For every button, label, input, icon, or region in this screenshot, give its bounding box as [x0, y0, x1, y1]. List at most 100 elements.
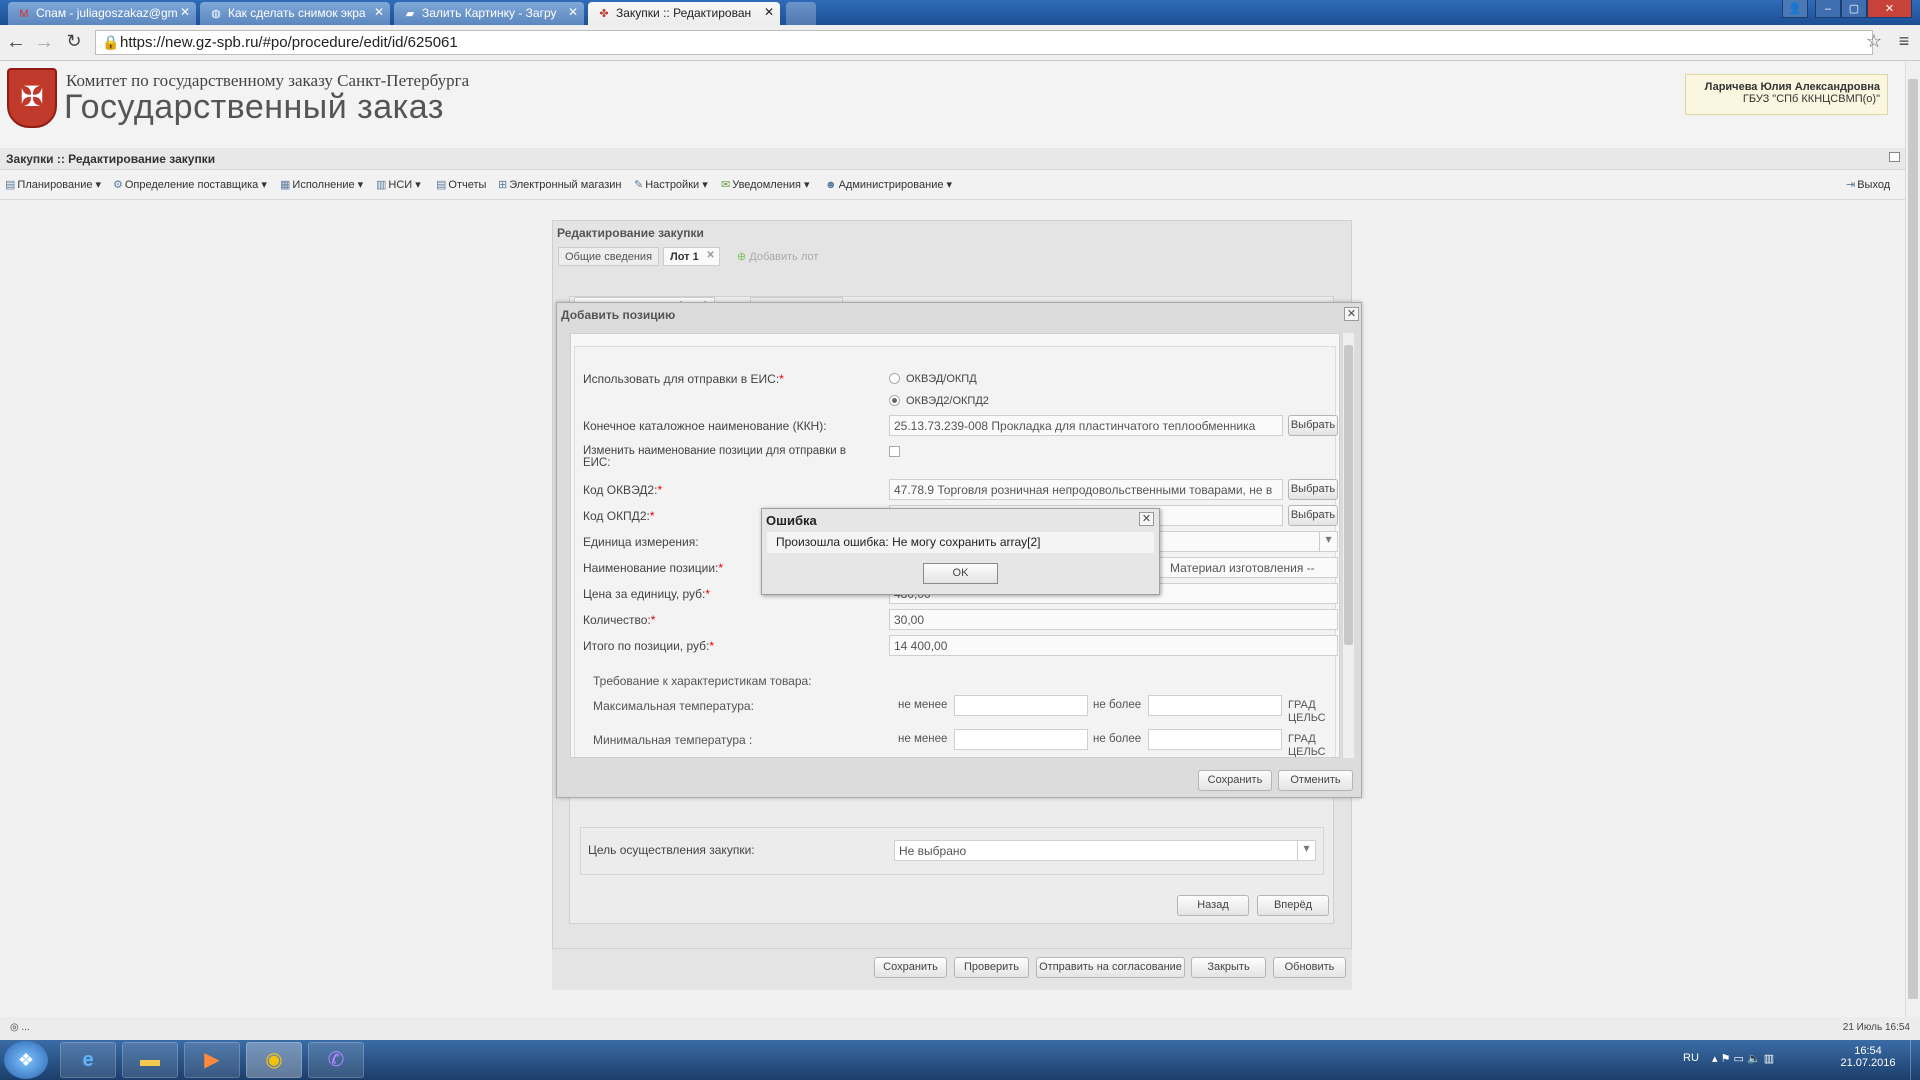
dialog-close-icon[interactable]: ✕ — [1344, 307, 1359, 321]
address-bar[interactable]: 🔒 https://new.gz-spb.ru/#po/procedure/edi… — [95, 30, 1873, 55]
page-scrollbar[interactable] — [1905, 61, 1920, 1017]
media-player-taskbar-icon[interactable]: ▶ — [184, 1042, 240, 1078]
user-info-box: Ларичева Юлия Александровна ГБУЗ "СПб КК… — [1685, 74, 1888, 115]
taskbar-clock[interactable]: 16:54 21.07.2016 — [1838, 1045, 1898, 1069]
forward-arrow-icon[interactable]: → — [32, 31, 56, 54]
quantity-field[interactable]: 30,00 — [889, 609, 1338, 630]
menu-reports[interactable]: ▤ Отчеты — [436, 178, 486, 191]
alert-close-icon[interactable]: ✕ — [1139, 512, 1154, 526]
browser-tab-active[interactable]: ✤ Закупки :: Редактирован ✕ — [588, 2, 780, 25]
min-temp-label: Минимальная температура : — [593, 733, 753, 747]
maximize-icon[interactable]: ▢ — [1841, 0, 1867, 18]
back-button[interactable]: Назад — [1177, 895, 1249, 916]
bookmark-star-icon[interactable]: ☆ — [1862, 31, 1886, 52]
footer-send-approval-button[interactable]: Отправить на согласование — [1036, 957, 1185, 978]
admin-user-icon: ☻ — [825, 179, 837, 191]
menu-supplier[interactable]: ⚙ Определение поставщика ▾ — [113, 178, 267, 191]
radio-okved-okpd[interactable] — [889, 373, 900, 384]
forward-button[interactable]: Вперёд — [1257, 895, 1329, 916]
ie-icon: e — [82, 1049, 94, 1071]
okved2-choose-button[interactable]: Выбрать — [1288, 479, 1338, 500]
okved2-field[interactable]: 47.78.9 Торговля розничная непродовольст… — [889, 479, 1283, 500]
close-tab-icon[interactable]: ✕ — [180, 5, 190, 19]
change-name-checkbox[interactable] — [889, 446, 900, 457]
tab-label: Добавить лот — [749, 251, 819, 263]
goal-value: Не выбрано — [899, 844, 967, 858]
new-tab-button[interactable] — [786, 2, 816, 25]
tab-general[interactable]: Общие сведения — [558, 247, 660, 266]
close-tab-icon[interactable]: ✕ — [568, 5, 578, 19]
gears-icon: ⚙ — [113, 179, 123, 191]
reload-icon[interactable]: ↻ — [62, 31, 86, 52]
browser-menu-icon[interactable]: ≡ — [1892, 31, 1916, 52]
viber-icon: ✆ — [327, 1049, 345, 1071]
chrome-taskbar-icon[interactable]: ◉ — [246, 1042, 302, 1078]
ie-taskbar-icon[interactable]: e — [60, 1042, 116, 1078]
menu-notifications[interactable]: ✉ Уведомления ▾ — [721, 178, 810, 191]
scrollbar-thumb[interactable] — [1908, 79, 1918, 999]
footer-close-button[interactable]: Закрыть — [1191, 957, 1266, 978]
menu-execution[interactable]: ▦ Исполнение ▾ — [280, 178, 363, 191]
use-for-eis-label: Использовать для отправки в ЕИС:* — [583, 372, 784, 386]
show-desktop-button[interactable] — [1910, 1040, 1920, 1080]
okved2-label: Код ОКВЭД2:* — [583, 483, 662, 497]
max-temp-max-input[interactable] — [1148, 695, 1282, 716]
max-temp-min-input[interactable] — [954, 695, 1088, 716]
window-close-icon[interactable]: ✕ — [1867, 0, 1912, 18]
menu-eshop[interactable]: ⊞ Электронный магазин — [498, 178, 621, 191]
dialog-save-button[interactable]: Сохранить — [1198, 770, 1272, 791]
explorer-taskbar-icon[interactable]: ▬ — [122, 1042, 178, 1078]
image-icon: ▰ — [405, 8, 415, 20]
min-temp-max-input[interactable] — [1148, 729, 1282, 750]
clock-date: 21.07.2016 — [1840, 1057, 1896, 1069]
tray-icons[interactable]: ▴ ⚑ ▭ 🔈 ▥ — [1712, 1052, 1774, 1065]
gmail-icon: M — [19, 8, 29, 20]
label-text: Количество: — [583, 613, 651, 627]
org-name-line2: Государственный заказ — [64, 88, 444, 126]
close-tab-icon[interactable]: ✕ — [764, 5, 774, 19]
menu-label: НСИ — [388, 179, 413, 191]
close-lot-icon[interactable]: ✕ — [706, 250, 714, 261]
menu-exit[interactable]: ⇥ Выход — [1846, 178, 1890, 191]
kkn-field[interactable]: 25.13.73.239-008 Прокладка для пластинча… — [889, 415, 1283, 436]
radio-okved2-okpd2[interactable] — [889, 395, 900, 406]
dialog-cancel-button[interactable]: Отменить — [1278, 770, 1353, 791]
menu-administration[interactable]: ☻ Администрирование ▾ — [825, 178, 952, 191]
label-text: Наименование позиции: — [583, 561, 719, 575]
min-temp-max-label: не более — [1093, 733, 1142, 745]
execution-icon: ▦ — [280, 179, 291, 191]
footer-check-button[interactable]: Проверить — [954, 957, 1029, 978]
total-field[interactable]: 14 400,00 — [889, 635, 1338, 656]
footer-refresh-button[interactable]: Обновить — [1273, 957, 1346, 978]
min-temp-unit: ГРАД ЦЕЛЬС — [1288, 733, 1326, 757]
goal-select[interactable]: Не выбрано ▾ — [894, 840, 1316, 861]
okpd2-choose-button[interactable]: Выбрать — [1288, 505, 1338, 526]
browser-tab-upload[interactable]: ▰ Залить Картинку - Загру ✕ — [394, 2, 584, 25]
close-tab-icon[interactable]: ✕ — [374, 5, 384, 19]
scrollbar-thumb[interactable] — [1344, 345, 1353, 645]
browser-tab-screenshot[interactable]: ◍ Как сделать снимок экра ✕ — [200, 2, 390, 25]
min-temp-min-input[interactable] — [954, 729, 1088, 750]
menu-settings[interactable]: ✎ Настройки ▾ — [634, 178, 708, 191]
collapse-icon[interactable] — [1889, 152, 1900, 162]
tab-add-lot[interactable]: ⊕ Добавить лот — [731, 247, 824, 266]
user-icon[interactable]: 👤 — [1782, 0, 1808, 18]
requirements-header: Требование к характеристикам товара: — [593, 674, 812, 688]
viber-taskbar-icon[interactable]: ✆ — [308, 1042, 364, 1078]
menu-nsi[interactable]: ▥ НСИ ▾ — [376, 178, 421, 191]
add-icon: ⊕ — [737, 251, 747, 263]
total-label: Итого по позиции, руб:* — [583, 639, 714, 653]
menu-planning[interactable]: ▤ Планирование ▾ — [5, 178, 101, 191]
minimize-icon[interactable]: – — [1815, 0, 1841, 18]
tab-lot-1[interactable]: Лот 1 ✕ — [663, 247, 720, 266]
start-button[interactable]: ❖ — [4, 1041, 48, 1079]
back-arrow-icon[interactable]: ← — [4, 31, 28, 54]
alert-ok-button[interactable]: OK — [923, 563, 998, 584]
tab-title: Как сделать снимок экра — [228, 6, 366, 20]
browser-tab-gmail[interactable]: M Спам - juliagoszakaz@gm ✕ — [8, 2, 196, 25]
change-name-label: Изменить наименование позиции для отправ… — [583, 445, 846, 469]
language-indicator[interactable]: RU — [1683, 1052, 1699, 1064]
kkn-choose-button[interactable]: Выбрать — [1288, 415, 1338, 436]
footer-save-button[interactable]: Сохранить — [874, 957, 947, 978]
dialog-scrollbar[interactable] — [1342, 333, 1354, 758]
